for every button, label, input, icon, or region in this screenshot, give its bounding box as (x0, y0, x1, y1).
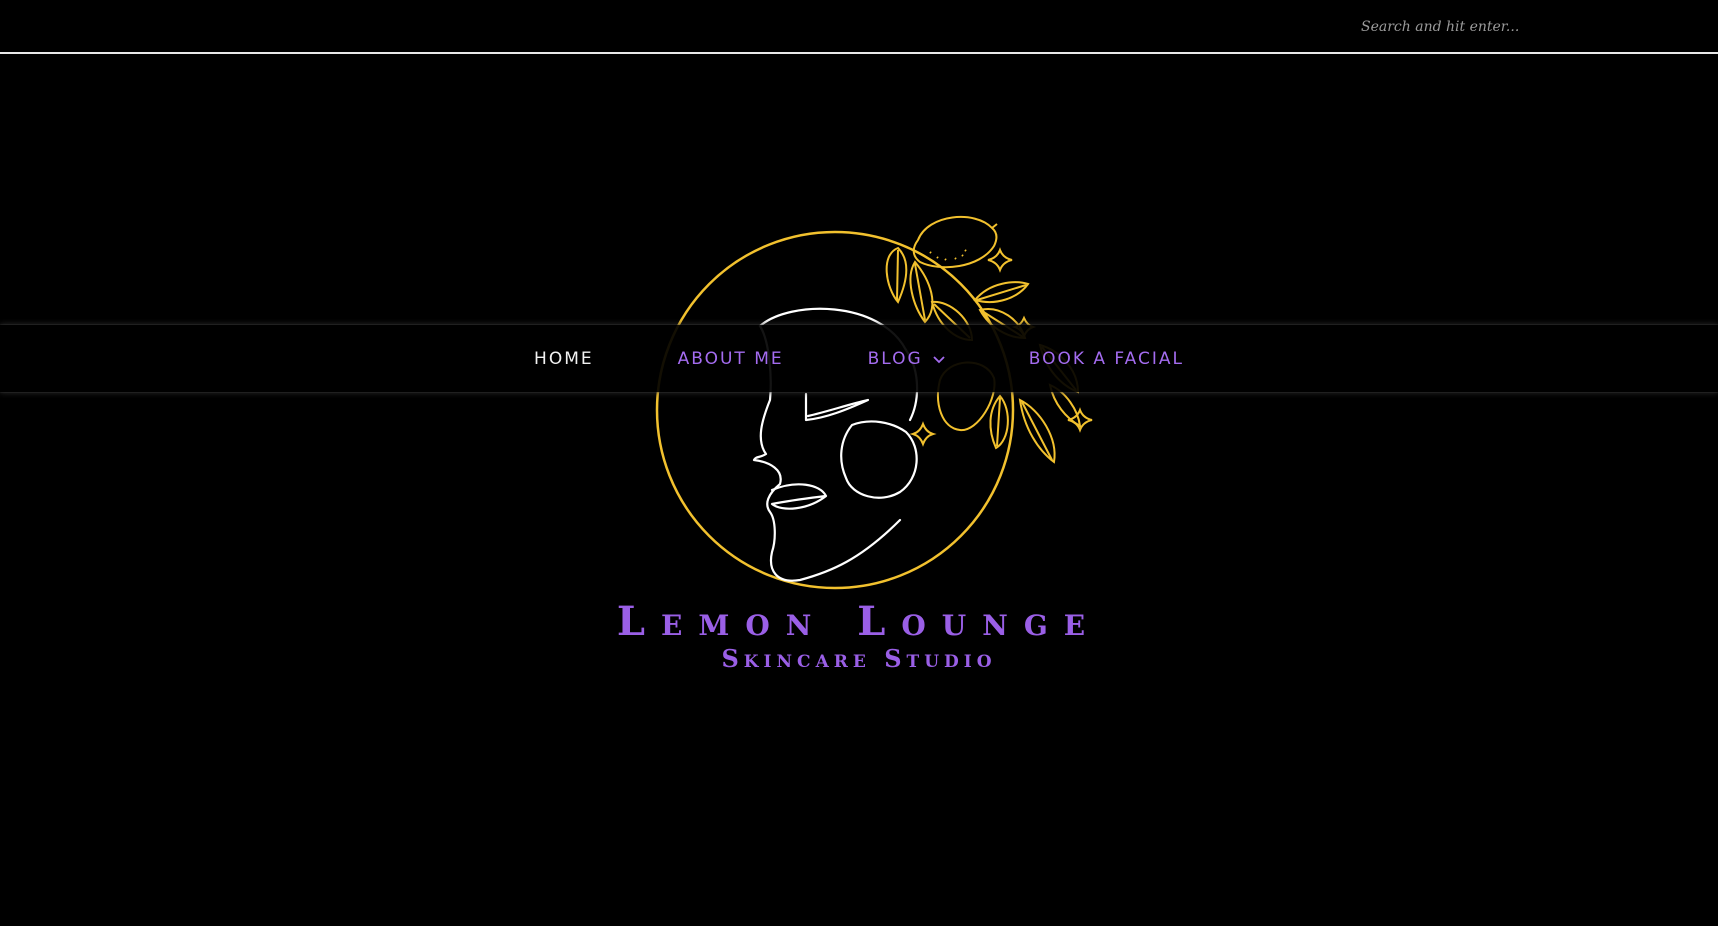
main-navigation: HOME ABOUT ME BLOG BOOK A FACIAL (0, 325, 1718, 392)
site-logo[interactable]: Lemon Lounge Skincare Studio (0, 0, 1718, 926)
nav-item-label: BOOK A FACIAL (1028, 348, 1184, 369)
chevron-down-icon (933, 355, 945, 363)
face-lemon-logo-icon (655, 215, 1093, 590)
nav-item-label: HOME (534, 348, 594, 369)
nav-list: HOME ABOUT ME BLOG BOOK A FACIAL (0, 325, 1718, 392)
nav-item-home[interactable]: HOME (534, 349, 594, 369)
nav-item-book-a-facial[interactable]: BOOK A FACIAL (1029, 349, 1184, 369)
brand-title: Lemon Lounge (616, 598, 1102, 645)
nav-item-about-me[interactable]: ABOUT ME (678, 349, 784, 369)
brand-subtitle: Skincare Studio (721, 644, 997, 673)
nav-item-label: BLOG (867, 348, 923, 369)
nav-item-label: ABOUT ME (677, 348, 784, 369)
nav-item-blog[interactable]: BLOG (868, 349, 945, 369)
